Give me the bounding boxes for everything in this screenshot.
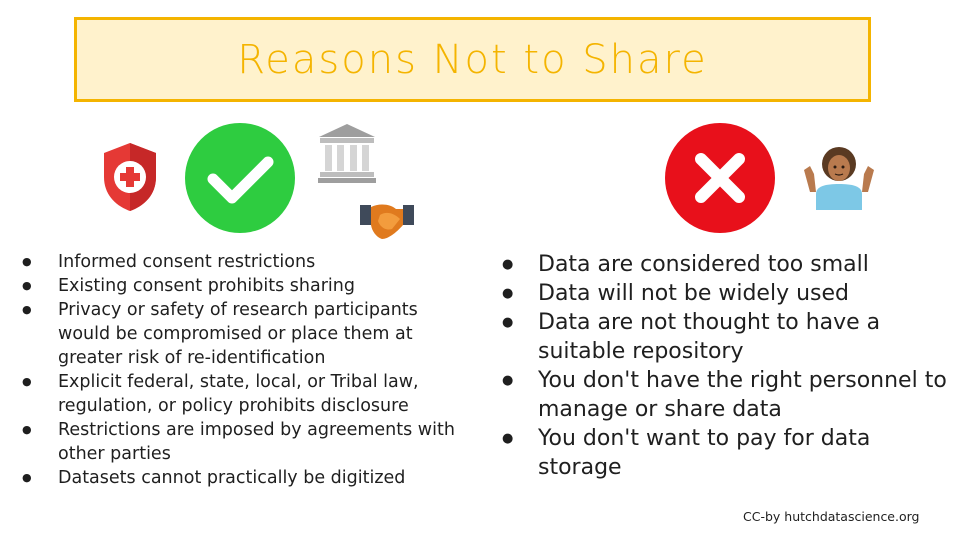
- list-item: Datasets cannot practically be digitized: [18, 466, 458, 490]
- list-item: Privacy or safety of research participan…: [18, 298, 458, 370]
- list-item: Data are not thought to have a suitable …: [498, 308, 948, 366]
- list-item: Restrictions are imposed by agreements w…: [18, 418, 458, 466]
- list-item: Existing consent prohibits sharing: [18, 274, 458, 298]
- list-item: Informed consent restrictions: [18, 250, 458, 274]
- shrugging-person-icon: [804, 147, 874, 210]
- list-item: You don't have the right personnel to ma…: [498, 366, 948, 424]
- shield-plus-icon: [104, 143, 156, 211]
- list-item: Data will not be widely used: [498, 279, 948, 308]
- title-banner: Reasons Not to Share: [74, 17, 871, 102]
- handshake-icon: [360, 204, 414, 239]
- red-x-icon: [665, 123, 775, 233]
- list-item: Data are considered too small: [498, 250, 948, 279]
- list-item: Explicit federal, state, local, or Triba…: [18, 370, 458, 418]
- slide-title: Reasons Not to Share: [237, 36, 708, 83]
- reasons-list-left: Informed consent restrictions Existing c…: [18, 250, 458, 490]
- reasons-list-right: Data are considered too small Data will …: [498, 250, 948, 482]
- credit-text: CC-by hutchdatascience.org: [743, 509, 920, 524]
- government-building-icon: [318, 124, 376, 183]
- green-check-icon: [185, 123, 295, 233]
- list-item: You don't want to pay for data storage: [498, 424, 948, 482]
